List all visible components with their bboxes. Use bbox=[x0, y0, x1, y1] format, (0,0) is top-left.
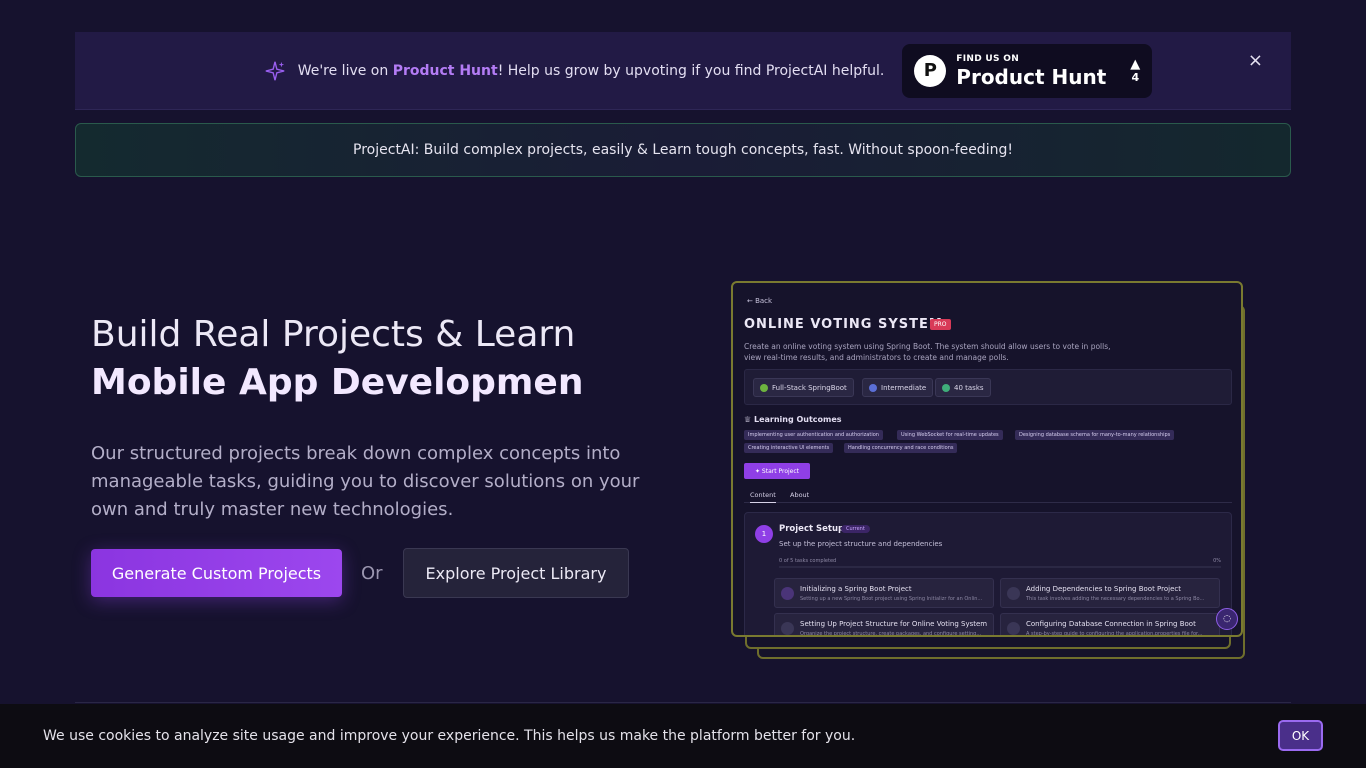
chip-tasks-label: 40 tasks bbox=[954, 383, 984, 392]
badge-small-text: FIND US ON bbox=[956, 53, 1020, 64]
hero-description: Our structured projects break down compl… bbox=[91, 443, 640, 520]
task-card[interactable]: Configuring Database Connection in Sprin… bbox=[1000, 613, 1220, 637]
or-text: Or bbox=[361, 563, 383, 584]
chip-level: Intermediate bbox=[862, 378, 934, 397]
check-icon bbox=[942, 383, 950, 392]
product-hunt-banner: We're live on Product Hunt! Help us grow… bbox=[75, 32, 1291, 110]
hero-title-line1: Build Real Projects & Learn bbox=[91, 314, 576, 355]
task-desc: Setting up a new Spring Boot project usi… bbox=[800, 596, 983, 602]
chip-tasks: 40 tasks bbox=[935, 378, 991, 397]
step-number: 1 bbox=[755, 525, 773, 543]
outcome-tag: Creating interactive UI elements bbox=[744, 443, 834, 453]
chip-level-label: Intermediate bbox=[881, 383, 927, 392]
promo-prefix: We're live on bbox=[297, 62, 393, 79]
project-description: Create an online voting system using Spr… bbox=[744, 342, 1111, 362]
progress-bar bbox=[779, 566, 1221, 568]
task-card[interactable]: Setting Up Project Structure for Online … bbox=[774, 613, 994, 637]
circle-icon bbox=[781, 622, 794, 635]
cookie-ok-button[interactable]: OK bbox=[1278, 720, 1323, 751]
preview-tabs: Content About bbox=[744, 489, 1232, 503]
cookie-text: We use cookies to analyze site usage and… bbox=[43, 728, 856, 744]
task-card[interactable]: Adding Dependencies to Spring Boot Proje… bbox=[1000, 578, 1220, 608]
level-icon bbox=[869, 383, 877, 392]
circle-icon bbox=[1007, 587, 1020, 600]
task-title: Setting Up Project Structure for Online … bbox=[800, 620, 988, 628]
sparkle-icon: ✦ bbox=[754, 467, 762, 475]
upvote-count: ▲ 4 bbox=[1130, 58, 1140, 84]
start-project-button[interactable]: ✦ Start Project bbox=[744, 463, 810, 479]
task-title: Configuring Database Connection in Sprin… bbox=[1026, 620, 1196, 628]
explore-project-library-button[interactable]: Explore Project Library bbox=[403, 548, 629, 598]
project-meta: Full-Stack SpringBoot Intermediate 40 ta… bbox=[744, 369, 1232, 405]
project-title: ONLINE VOTING SYSTEM bbox=[744, 317, 943, 332]
tab-content[interactable]: Content bbox=[750, 491, 776, 503]
outcome-tag: Using WebSocket for real-time updates bbox=[897, 430, 1003, 440]
progress-percent: 0% bbox=[1213, 558, 1221, 564]
product-hunt-link[interactable]: Product Hunt bbox=[393, 63, 498, 79]
circle-icon bbox=[1007, 622, 1020, 635]
spring-icon bbox=[760, 383, 768, 392]
tab-about[interactable]: About bbox=[790, 491, 809, 499]
trophy-icon: ♕ bbox=[744, 415, 752, 424]
step-subtitle: Set up the project structure and depende… bbox=[779, 540, 943, 548]
progress-text: 0 of 5 tasks completed bbox=[779, 558, 837, 564]
learning-outcomes-title: ♕ Learning Outcomes bbox=[744, 415, 842, 424]
task-card[interactable]: Initializing a Spring Boot Project Setti… bbox=[774, 578, 994, 608]
promo-suffix: ! Help us grow by upvoting if you find P… bbox=[497, 62, 885, 79]
generate-custom-projects-button[interactable]: Generate Custom Projects bbox=[91, 549, 342, 597]
outcome-tag: Handling concurrency and race conditions bbox=[844, 443, 958, 453]
tagline-banner: ProjectAI: Build complex projects, easil… bbox=[75, 123, 1291, 177]
outcome-tag: Designing database schema for many-to-ma… bbox=[1015, 430, 1175, 440]
upvote-arrow-icon: ▲ bbox=[1130, 56, 1141, 72]
product-hunt-logo-icon: P bbox=[914, 54, 947, 87]
task-title: Adding Dependencies to Spring Boot Proje… bbox=[1026, 585, 1181, 593]
cookie-banner: We use cookies to analyze site usage and… bbox=[0, 704, 1366, 768]
section-divider bbox=[75, 702, 1291, 703]
star-icon bbox=[781, 587, 794, 600]
sparkle-icon bbox=[265, 61, 285, 80]
learning-outcomes-label: Learning Outcomes bbox=[753, 415, 842, 424]
chip-stack-label: Full-Stack SpringBoot bbox=[772, 383, 847, 392]
chat-icon[interactable]: ◌ bbox=[1216, 608, 1238, 630]
promo-text: We're live on Product Hunt! Help us grow… bbox=[298, 63, 885, 79]
hero-title-line2: Mobile App Developmen bbox=[91, 362, 584, 403]
step-card: 1 Project Setup Current Set up the proje… bbox=[744, 512, 1232, 637]
close-icon[interactable]: × bbox=[1248, 50, 1263, 71]
tagline-text: ProjectAI: Build complex projects, easil… bbox=[353, 142, 1013, 158]
badge-big-text: Product Hunt bbox=[956, 64, 1107, 89]
project-preview-card: ← Back ONLINE VOTING SYSTEM PRO Create a… bbox=[731, 281, 1243, 637]
start-project-label: Start Project bbox=[761, 467, 800, 475]
product-hunt-badge[interactable]: P FIND US ON Product Hunt ▲ 4 bbox=[902, 43, 1153, 98]
promo-content: We're live on Product Hunt! Help us grow… bbox=[264, 43, 1153, 98]
back-link[interactable]: ← Back bbox=[747, 297, 772, 305]
badge-text: FIND US ON Product Hunt bbox=[956, 53, 1107, 89]
task-desc: A step-by-step guide to configuring the … bbox=[1026, 631, 1203, 637]
step-title: Project Setup bbox=[779, 524, 845, 534]
outcome-tag: Implementing user authentication and aut… bbox=[744, 430, 883, 440]
pro-badge: PRO bbox=[930, 319, 951, 330]
task-title: Initializing a Spring Boot Project bbox=[800, 585, 912, 593]
task-desc: This task involves adding the necessary … bbox=[1026, 596, 1205, 602]
upvote-number: 4 bbox=[1131, 70, 1140, 84]
task-desc: Organize the project structure, create p… bbox=[800, 631, 982, 637]
chip-stack: Full-Stack SpringBoot bbox=[753, 378, 854, 397]
status-badge: Current bbox=[841, 525, 870, 533]
